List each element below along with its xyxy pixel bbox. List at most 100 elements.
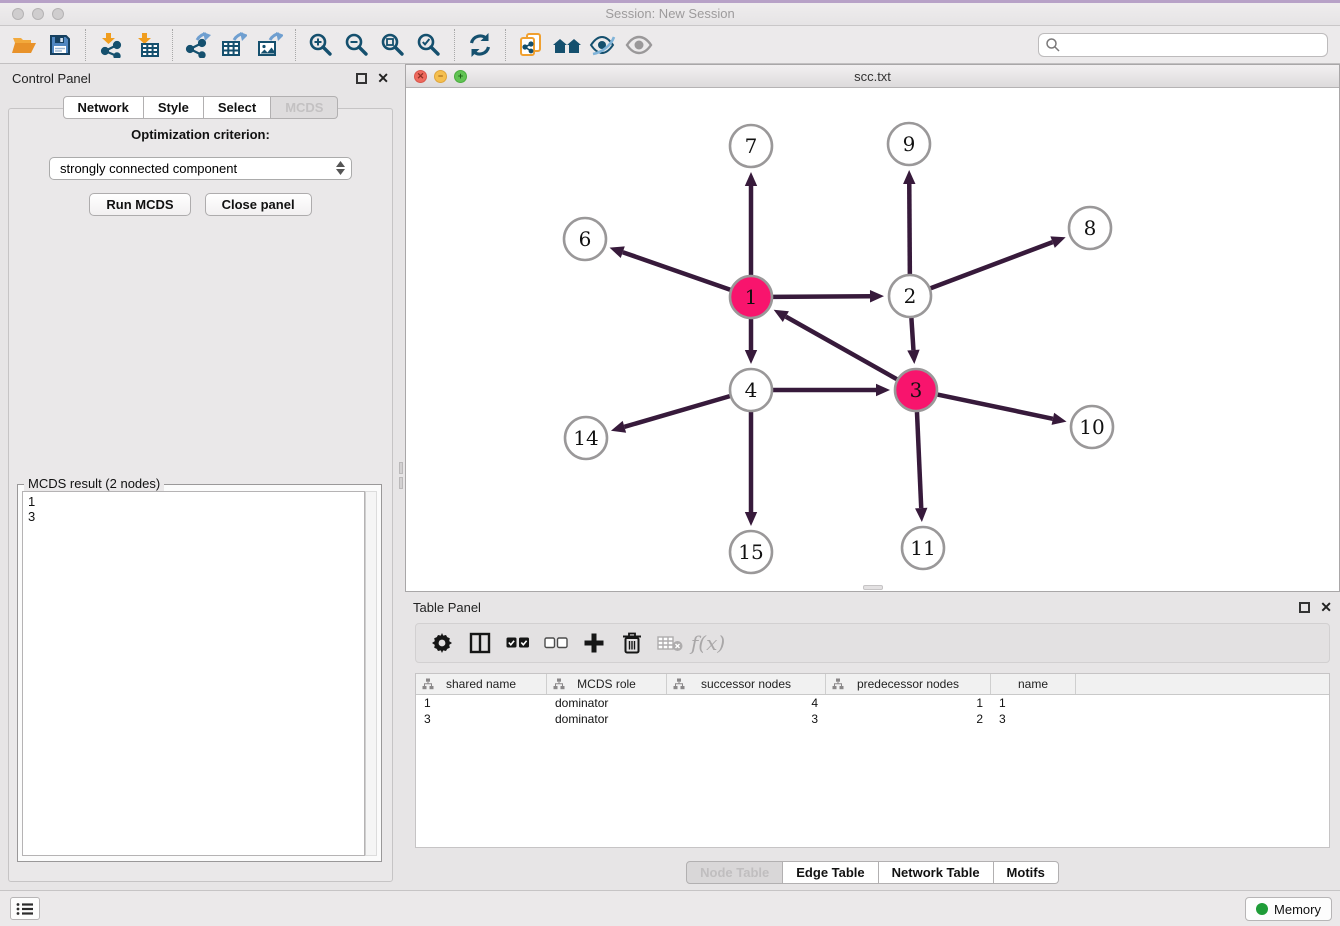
tab-node-table[interactable]: Node Table (686, 861, 783, 884)
export-network-button[interactable] (180, 28, 216, 62)
table-cell[interactable]: dominator (547, 711, 667, 727)
column-header-name[interactable]: name (991, 674, 1076, 694)
result-scrollbar[interactable] (365, 491, 377, 856)
close-panel-icon[interactable]: ✕ (377, 71, 389, 85)
window-accent-strip (0, 0, 1340, 3)
network-minimize-button[interactable]: − (434, 70, 447, 83)
split-view-button[interactable] (464, 628, 496, 658)
network-graph: 1234678910111415 (406, 88, 1339, 591)
graph-node-label-11: 11 (910, 536, 935, 560)
mcds-result-text[interactable]: 1 3 (22, 491, 365, 856)
table-cell[interactable]: 1 (416, 695, 547, 711)
zoom-fit-button[interactable] (375, 28, 411, 62)
zoom-in-button[interactable] (303, 28, 339, 62)
column-header-successor-nodes[interactable]: successor nodes (667, 674, 826, 694)
criterion-select[interactable]: strongly connected component (49, 157, 352, 180)
toolbar-separator (172, 29, 173, 61)
graph-edge-2-8[interactable] (931, 242, 1053, 288)
home-view-button[interactable] (549, 28, 585, 62)
graph-edge-1-2[interactable] (773, 296, 870, 297)
column-header-predecessor-nodes[interactable]: predecessor nodes (826, 674, 991, 694)
import-network-button[interactable] (93, 28, 129, 62)
graph-edge-3-10[interactable] (938, 395, 1053, 419)
memory-button[interactable]: Memory (1245, 897, 1332, 921)
graph-edge-3-1[interactable] (786, 317, 897, 380)
tab-edge-table[interactable]: Edge Table (783, 861, 878, 884)
run-mcds-button[interactable]: Run MCDS (89, 193, 190, 216)
column-header-shared-name[interactable]: shared name (416, 674, 547, 694)
mcds-result-group: MCDS result (2 nodes) 1 3 (17, 484, 382, 862)
add-entry-button[interactable] (578, 628, 610, 658)
table-row[interactable]: 3dominator323 (416, 711, 1329, 727)
export-image-button[interactable] (252, 28, 288, 62)
save-session-button[interactable] (42, 28, 78, 62)
tab-select[interactable]: Select (204, 96, 271, 119)
toolbar-separator (85, 29, 86, 61)
table-cell[interactable]: 3 (416, 711, 547, 727)
graph-edge-3-11[interactable] (917, 412, 921, 508)
tab-mcds[interactable]: MCDS (271, 96, 338, 119)
deselect-all-button[interactable] (540, 628, 572, 658)
splitter-grip[interactable] (399, 462, 403, 474)
panel-splitter[interactable] (397, 64, 405, 890)
close-panel-button[interactable]: Close panel (205, 193, 312, 216)
open-folder-icon (11, 33, 37, 57)
graph-node-label-6: 6 (579, 227, 592, 251)
column-header-MCDS-role[interactable]: MCDS role (547, 674, 667, 694)
graph-node-label-8: 8 (1084, 216, 1097, 240)
table-cell[interactable]: 3 (991, 711, 1076, 727)
zoom-fit-icon (380, 32, 406, 58)
graph-edge-arrowhead (1050, 236, 1065, 248)
tab-network-table[interactable]: Network Table (879, 861, 994, 884)
open-session-button[interactable] (6, 28, 42, 62)
zoom-out-button[interactable] (339, 28, 375, 62)
splitter-grip[interactable] (399, 477, 403, 489)
canvas-resize-handle[interactable] (863, 585, 883, 590)
task-history-button[interactable] (10, 897, 40, 920)
float-table-panel-icon[interactable] (1299, 602, 1310, 613)
table-cell[interactable]: dominator (547, 695, 667, 711)
table-cell[interactable]: 1 (826, 695, 991, 711)
refresh-layout-button[interactable] (462, 28, 498, 62)
clone-network-button[interactable] (513, 28, 549, 62)
float-panel-icon[interactable] (356, 73, 367, 84)
app-titlebar: Session: New Session (0, 0, 1340, 26)
table-cell[interactable]: 1 (991, 695, 1076, 711)
graph-edge-arrowhead (745, 350, 757, 364)
table-cell[interactable]: 3 (667, 711, 826, 727)
table-panel: Table Panel ✕ (405, 595, 1340, 890)
network-canvas[interactable]: 1234678910111415 (406, 88, 1339, 591)
show-all-button[interactable] (621, 28, 657, 62)
tab-network[interactable]: Network (63, 96, 144, 119)
zoom-selected-button[interactable] (411, 28, 447, 62)
delete-entry-button[interactable] (616, 628, 648, 658)
hide-selected-button[interactable] (585, 28, 621, 62)
network-maximize-button[interactable]: + (454, 70, 467, 83)
tab-motifs[interactable]: Motifs (994, 861, 1059, 884)
select-all-button[interactable] (502, 628, 534, 658)
table-row[interactable]: 1dominator411 (416, 695, 1329, 711)
search-input[interactable] (1061, 35, 1327, 55)
export-table-button[interactable] (216, 28, 252, 62)
graph-edge-4-14[interactable] (624, 396, 729, 427)
tab-style[interactable]: Style (144, 96, 204, 119)
function-builder-button: f(x) (692, 628, 724, 658)
table-cell[interactable]: 4 (667, 695, 826, 711)
graph-edge-1-6[interactable] (623, 252, 730, 290)
list-icon (16, 902, 34, 916)
import-table-button[interactable] (129, 28, 165, 62)
graph-edge-2-3[interactable] (911, 318, 913, 350)
optimization-criterion-label: Optimization criterion: (9, 127, 392, 142)
close-table-panel-icon[interactable]: ✕ (1320, 600, 1332, 614)
table-settings-button[interactable] (426, 628, 458, 658)
table-cell[interactable]: 2 (826, 711, 991, 727)
trash-icon (622, 632, 642, 654)
graph-edge-2-9[interactable] (909, 184, 910, 274)
graph-edge-arrowhead (876, 384, 890, 396)
control-panel: Control Panel ✕ Network Style Select MCD… (4, 66, 397, 886)
search-field[interactable] (1038, 33, 1328, 57)
eye-icon (625, 33, 653, 57)
network-close-button[interactable]: ✕ (414, 70, 427, 83)
criterion-selected-value: strongly connected component (60, 161, 237, 176)
network-window-titlebar[interactable]: scc.txt ✕ − + (406, 65, 1339, 88)
